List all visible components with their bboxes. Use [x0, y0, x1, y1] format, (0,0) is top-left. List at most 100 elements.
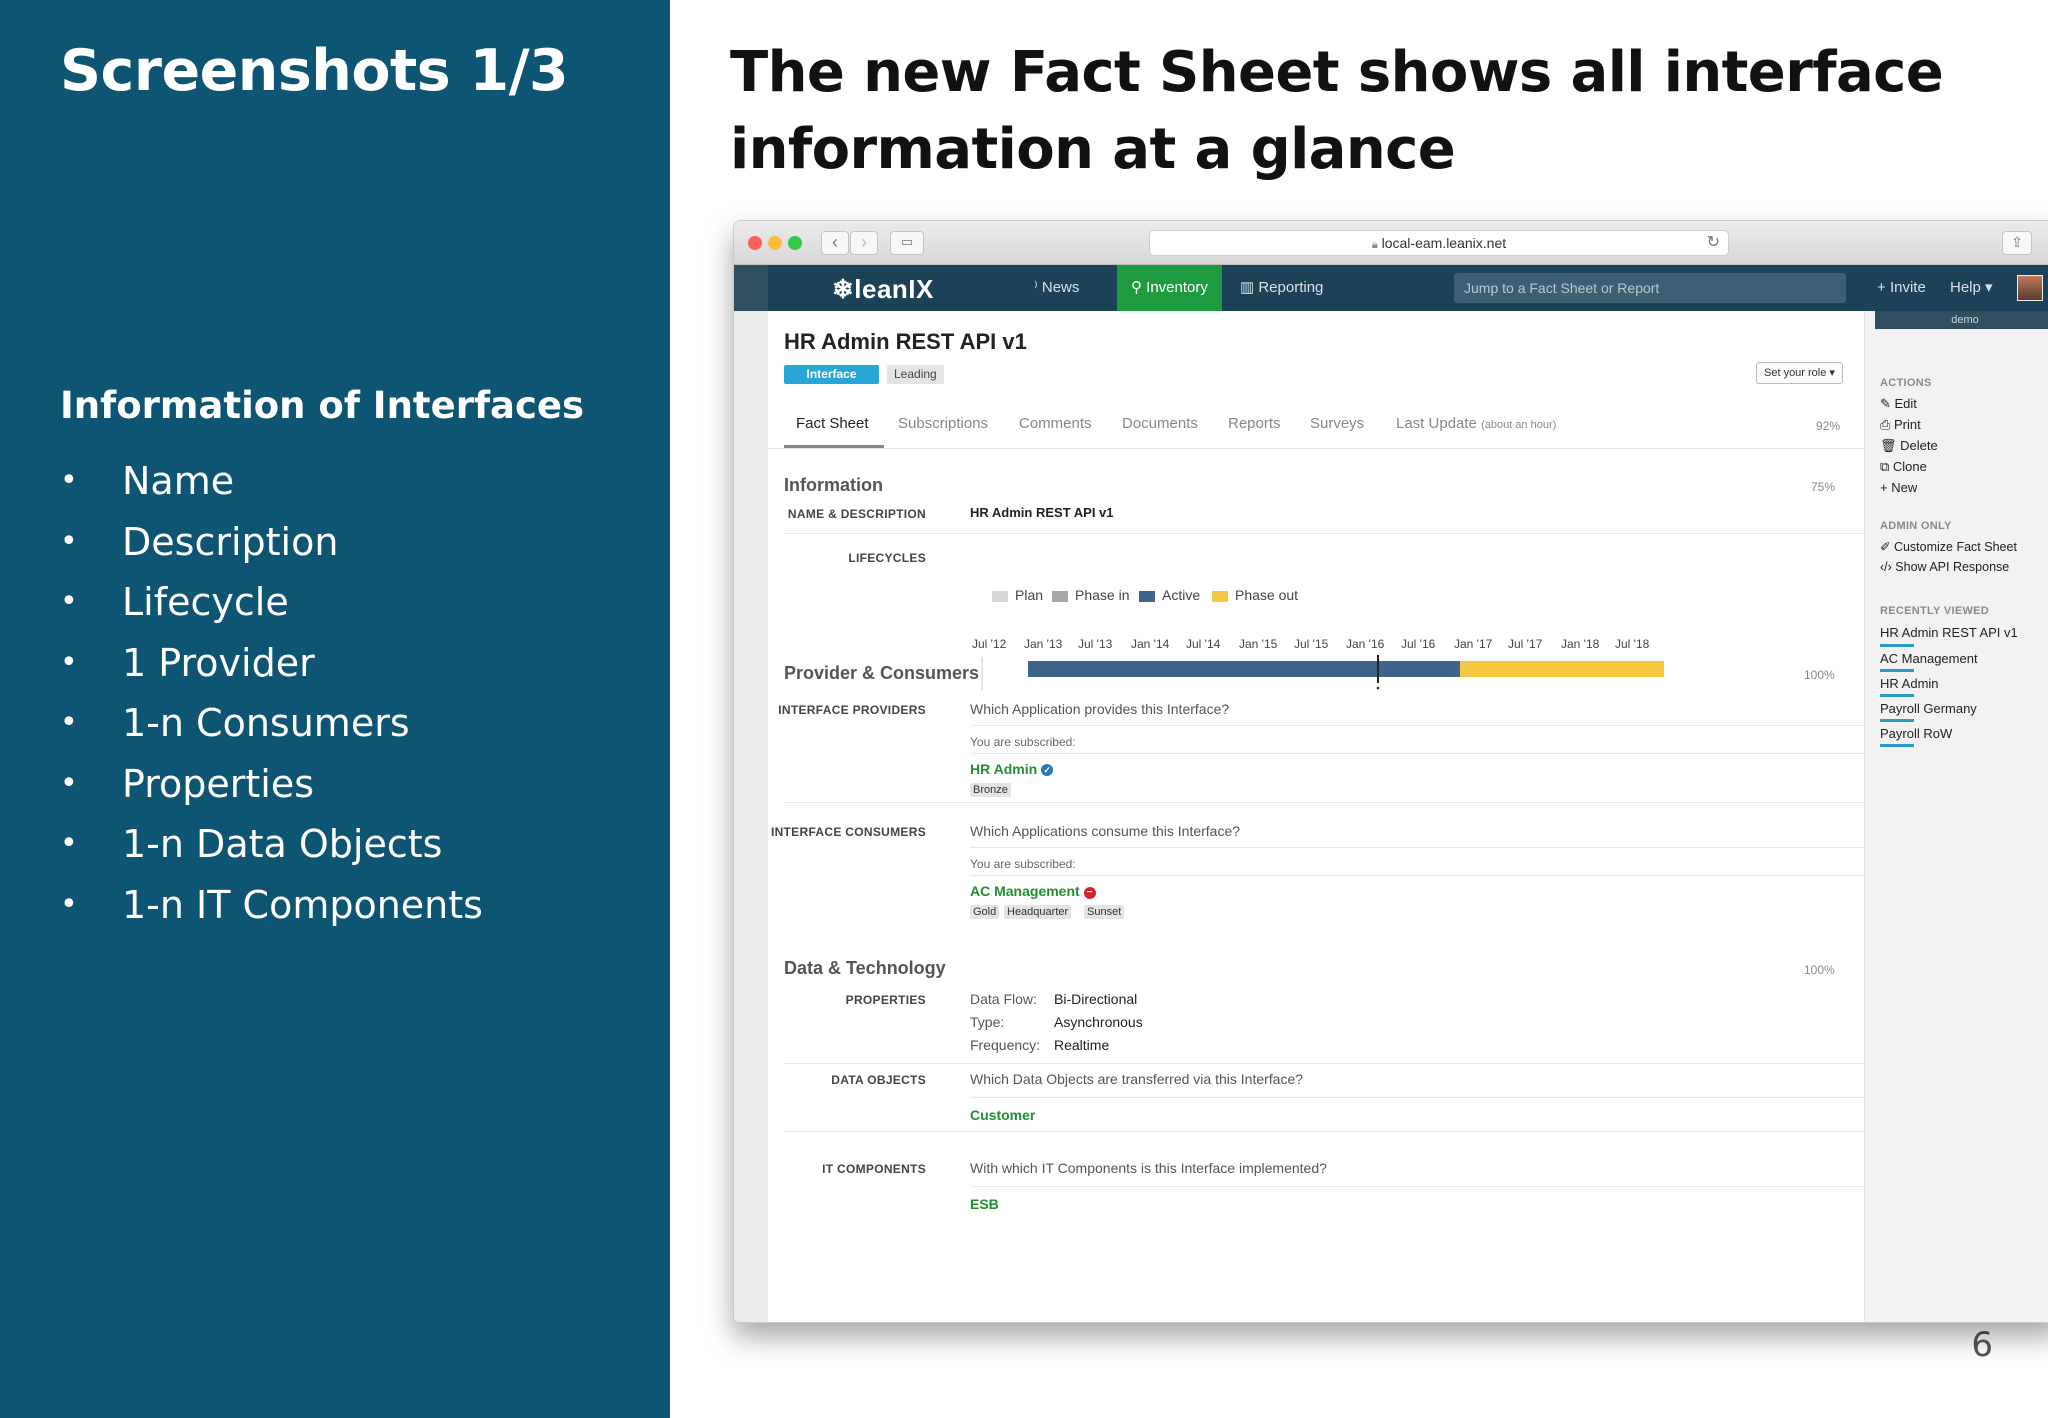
- tab-documents[interactable]: Documents: [1122, 415, 1198, 432]
- lifecycle-bar-phase-out: [1460, 661, 1664, 677]
- tab-subscriptions[interactable]: Subscriptions: [898, 415, 988, 432]
- tick-label: Jul '16: [1401, 637, 1436, 651]
- properties-label: PROPERTIES: [845, 993, 926, 1007]
- page-number: 6: [1971, 1325, 1993, 1365]
- property-value: Asynchronous: [1054, 1014, 1143, 1030]
- tick-label: Jul '15: [1294, 637, 1329, 651]
- jump-search-input[interactable]: Jump to a Fact Sheet or Report: [1454, 273, 1846, 303]
- right-sidebar: demo ACTIONS ✎ Edit ⎙ Print 🗑︎ Delete ⧉ …: [1864, 311, 2048, 1322]
- tick-label: Jan '18: [1561, 637, 1600, 651]
- legend-phase-out: Phase out: [1235, 587, 1299, 603]
- recent-item[interactable]: AC Management: [1880, 651, 1978, 666]
- avatar[interactable]: [2017, 275, 2043, 301]
- admin-show-api-response[interactable]: ‹/› Show API Response: [1880, 560, 2009, 574]
- reload-icon[interactable]: ↻: [1707, 231, 1720, 255]
- action-print[interactable]: ⎙ Print: [1880, 417, 1921, 433]
- tick-label: Jul '17: [1508, 637, 1543, 651]
- consumers-subscribed-note: You are subscribed:: [970, 857, 1076, 871]
- legend-swatch-active: [1139, 591, 1155, 602]
- type-badge: Interface: [784, 365, 879, 384]
- legend-active: Active: [1162, 587, 1201, 603]
- nav-inventory[interactable]: ⚲ Inventory: [1117, 265, 1222, 311]
- back-icon[interactable]: ‹: [821, 231, 849, 255]
- chart-icon: ▥: [1240, 279, 1259, 296]
- admin-customize-fact-sheet[interactable]: ✐ Customize Fact Sheet: [1880, 539, 2017, 554]
- set-role-button[interactable]: Set your role ▾: [1756, 362, 1843, 384]
- search-icon: ⚲: [1131, 279, 1147, 296]
- subhead: Information of Interfaces: [60, 384, 585, 427]
- tick-label: Jul '18: [1615, 637, 1650, 651]
- leanix-logo[interactable]: ❄leanIX: [832, 274, 934, 305]
- bullet-item: • 1-n IT Components: [60, 880, 483, 941]
- bullet-dot: •: [60, 826, 78, 861]
- tab-surveys[interactable]: Surveys: [1310, 415, 1364, 432]
- bullet-item: • 1-n Consumers: [60, 698, 483, 759]
- lifecycles-label: LIFECYCLES: [848, 551, 926, 565]
- nav-news[interactable]: ⁾ News: [1034, 265, 1079, 311]
- tick-label: Jan '13: [1024, 637, 1063, 651]
- data-technology-completion: 100%: [1804, 963, 1835, 977]
- lifecycle-timeline: [981, 655, 1664, 691]
- close-window-button[interactable]: [748, 236, 762, 250]
- forward-icon[interactable]: ›: [850, 231, 878, 255]
- property-key: Data Flow:: [970, 991, 1037, 1007]
- minimize-window-button[interactable]: [768, 236, 782, 250]
- share-icon[interactable]: ⇪: [2002, 231, 2032, 255]
- bullet-dot: •: [60, 765, 78, 801]
- recent-item[interactable]: HR Admin: [1880, 676, 1939, 691]
- legend-phase-in: Phase in: [1075, 587, 1130, 603]
- sidebar-toggle-icon[interactable]: ▭: [890, 231, 924, 255]
- leading-badge: Leading: [887, 365, 944, 384]
- recent-item[interactable]: Payroll Germany: [1880, 701, 1977, 716]
- providers-subscribed-note: You are subscribed:: [970, 735, 1076, 749]
- bullet-item: • Description: [60, 517, 483, 578]
- legend-swatch-phase-in: [1052, 591, 1068, 602]
- tab-fact-sheet[interactable]: Fact Sheet: [796, 415, 869, 432]
- action-clone[interactable]: ⧉ Clone: [1880, 459, 1927, 475]
- minus-circle-icon: −: [1083, 887, 1096, 899]
- plus-icon: +: [1877, 279, 1890, 296]
- nav-reporting[interactable]: ▥ Reporting: [1240, 265, 1323, 311]
- data-object-link[interactable]: Customer: [970, 1107, 1035, 1123]
- information-completion: 75%: [1811, 480, 1836, 494]
- property-key: Frequency:: [970, 1037, 1041, 1053]
- tab-comments[interactable]: Comments: [1019, 415, 1092, 432]
- lock-icon: 🔒︎: [1371, 239, 1378, 251]
- bullet-dot: •: [60, 523, 78, 559]
- property-key: Type:: [970, 1014, 1005, 1030]
- legend-swatch-plan: [992, 591, 1008, 602]
- browser-chrome: ‹ › ▭ 🔒︎ local-eam.leanix.net ↻ ⇪: [734, 221, 2048, 265]
- property-value: Realtime: [1054, 1037, 1110, 1053]
- provider-link[interactable]: HR Admin ✓: [970, 761, 1054, 777]
- bullet-item: • Lifecycle: [60, 577, 483, 638]
- bullet-dot: •: [60, 886, 78, 922]
- slide: Screenshots 1/3 Information of Interface…: [0, 0, 2048, 1418]
- admin-only-title: ADMIN ONLY: [1880, 520, 1952, 532]
- consumers-question: Which Applications consume this Interfac…: [970, 823, 1241, 839]
- tab-reports[interactable]: Reports: [1228, 415, 1281, 432]
- name-description-value: HR Admin REST API v1: [970, 505, 1114, 520]
- help-menu[interactable]: Help ▾: [1950, 265, 1993, 311]
- action-edit[interactable]: ✎ Edit: [1880, 396, 1917, 412]
- property-value: Bi-Directional: [1054, 991, 1138, 1007]
- name-description-label: NAME & DESCRIPTION: [787, 507, 926, 521]
- left-title: Screenshots 1/3: [60, 38, 569, 104]
- address-bar[interactable]: 🔒︎ local-eam.leanix.net ↻: [1149, 230, 1729, 256]
- tab-last-update[interactable]: Last Update (about an hour): [1396, 415, 1556, 432]
- trash-icon: 🗑︎: [1880, 438, 1901, 453]
- data-objects-label: DATA OBJECTS: [831, 1073, 926, 1087]
- actions-title: ACTIONS: [1880, 377, 1932, 389]
- action-new[interactable]: + New: [1880, 480, 1917, 495]
- zoom-window-button[interactable]: [788, 236, 802, 250]
- bullet-item: • 1 Provider: [60, 638, 483, 699]
- invite-button[interactable]: + Invite: [1877, 265, 1926, 311]
- section-information-title: Information: [784, 475, 883, 495]
- consumer-link[interactable]: AC Management −: [970, 883, 1096, 899]
- it-component-link[interactable]: ESB: [970, 1196, 999, 1212]
- fact-sheet-content: HR Admin REST API v1 Interface Leading S…: [734, 311, 1864, 1322]
- fact-sheet-title: HR Admin REST API v1: [784, 329, 1027, 354]
- recent-item[interactable]: Payroll RoW: [1880, 726, 1952, 741]
- bullet-list: • Name • Description • Lifecycle • 1 Provide…: [60, 456, 483, 940]
- recent-item[interactable]: HR Admin REST API v1: [1880, 625, 2018, 640]
- action-delete[interactable]: 🗑︎ Delete: [1880, 438, 1938, 454]
